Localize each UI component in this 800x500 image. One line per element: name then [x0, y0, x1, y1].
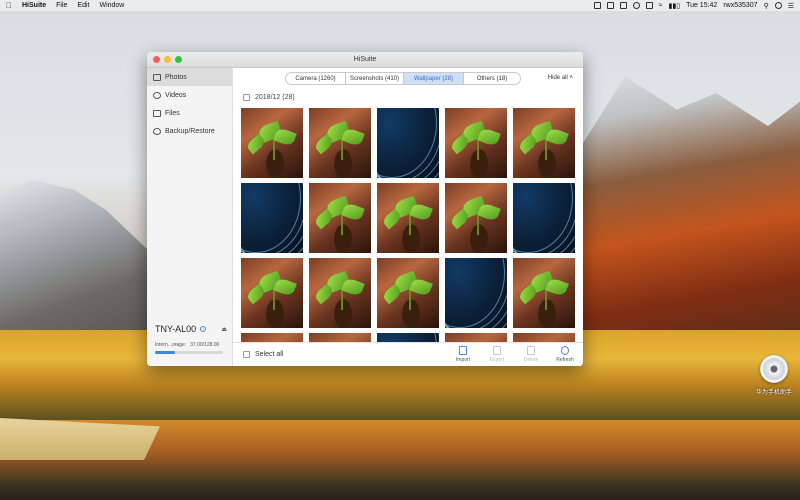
title-bar[interactable]: HiSuite: [147, 52, 583, 68]
group-select-checkbox[interactable]: [243, 93, 250, 101]
photo-thumbnail[interactable]: [445, 183, 507, 253]
status-app-icon[interactable]: [645, 2, 653, 9]
photo-thumbnail[interactable]: [309, 183, 371, 253]
photo-thumbnail[interactable]: [445, 258, 507, 328]
import-button[interactable]: Import: [453, 346, 473, 363]
sidebar: Photos Videos Files Backup/Restore TNY-A…: [147, 68, 233, 366]
info-icon[interactable]: i: [200, 326, 207, 332]
disc-icon: [760, 355, 788, 383]
sidebar-item-files[interactable]: Files: [147, 104, 232, 122]
date-group-header: 2018/12 (28): [233, 90, 583, 104]
select-all-checkbox[interactable]: [243, 351, 250, 358]
photo-thumbnail[interactable]: [445, 333, 507, 342]
photo-thumbnail[interactable]: [377, 258, 439, 328]
import-icon: [459, 346, 467, 355]
status-area: ≈ ▮▮▯ Tue 15:42 rwx535307 ⚲ ☰: [593, 2, 794, 10]
category-tabs: Camera (1260) Screenshots (410) Wallpape…: [285, 72, 521, 85]
refresh-button[interactable]: Refresh: [555, 346, 575, 363]
photo-thumbnail[interactable]: [309, 258, 371, 328]
hide-all-button[interactable]: Hide all ˄: [548, 75, 573, 81]
window-title: HiSuite: [353, 56, 377, 63]
photo-grid: [241, 108, 581, 342]
status-app-icon[interactable]: [632, 2, 640, 9]
status-app-icon[interactable]: [593, 2, 601, 9]
eject-icon[interactable]: ⏏: [221, 326, 227, 333]
photo-thumbnail[interactable]: [309, 108, 371, 178]
export-button[interactable]: Export: [487, 346, 507, 363]
status-app-icon[interactable]: [606, 2, 614, 9]
menu-bar:  HiSuite File Edit Window ≈ ▮▮▯ Tue 15:…: [0, 0, 800, 11]
user-name[interactable]: rwx535307: [723, 2, 757, 9]
sidebar-item-videos[interactable]: Videos: [147, 86, 232, 104]
trash-icon: [527, 346, 535, 355]
device-panel: TNY-AL00 i ⏏ Intern...orage: 37.00/128.0…: [155, 324, 227, 354]
status-app-icon[interactable]: [619, 2, 627, 9]
storage-progress-bar: [155, 351, 223, 354]
photo-thumbnail[interactable]: [513, 333, 575, 342]
export-icon: [493, 346, 501, 355]
sidebar-item-label: Backup/Restore: [165, 127, 215, 135]
backup-icon: [153, 127, 161, 135]
storage-progress-fill: [155, 351, 175, 354]
battery-icon[interactable]: ▮▮▯: [669, 2, 681, 10]
date-group-label: 2018/12 (28): [255, 93, 295, 101]
tab-screenshots[interactable]: Screenshots (410): [346, 73, 404, 84]
photo-thumbnail[interactable]: [241, 333, 303, 342]
refresh-label: Refresh: [556, 357, 574, 363]
select-all-label[interactable]: Select all: [255, 351, 283, 358]
clock[interactable]: Tue 15:42: [686, 2, 717, 9]
photo-thumbnail[interactable]: [377, 108, 439, 178]
window-menu[interactable]: Window: [99, 2, 124, 9]
photo-thumbnail[interactable]: [241, 183, 303, 253]
footer-bar: Select all Import Export Delete Refresh: [233, 342, 583, 366]
hide-all-label: Hide all: [547, 75, 568, 81]
storage-value: 37.00/128.00: [190, 342, 220, 348]
import-label: Import: [455, 357, 471, 363]
tab-camera[interactable]: Camera (1260): [286, 73, 346, 84]
folder-icon: [153, 109, 161, 117]
spotlight-icon[interactable]: ⚲: [764, 2, 769, 10]
photo-thumbnail[interactable]: [377, 183, 439, 253]
sidebar-item-label: Files: [165, 109, 180, 117]
apple-icon[interactable]: : [6, 1, 12, 10]
sidebar-item-photos[interactable]: Photos: [147, 68, 232, 86]
sidebar-item-label: Photos: [165, 73, 187, 81]
siri-icon[interactable]: [774, 2, 782, 9]
chevron-up-icon: ˄: [569, 75, 573, 81]
file-menu[interactable]: File: [56, 2, 67, 9]
photo-thumbnail[interactable]: [241, 108, 303, 178]
photo-thumbnail[interactable]: [309, 333, 371, 342]
desktop-icon-label: 华为手机助手: [755, 390, 792, 396]
photo-thumbnail[interactable]: [241, 258, 303, 328]
edit-menu[interactable]: Edit: [77, 2, 89, 9]
notification-center-icon[interactable]: ☰: [788, 2, 794, 10]
desktop-icon-hisuite[interactable]: 华为手机助手: [754, 355, 794, 396]
export-label: Export: [489, 357, 505, 363]
photo-thumbnail[interactable]: [513, 108, 575, 178]
hisuite-window: HiSuite Photos Videos Files Backup/Resto…: [147, 52, 583, 366]
video-icon: [153, 91, 161, 99]
device-name: TNY-AL00: [155, 324, 197, 334]
app-menu[interactable]: HiSuite: [22, 2, 46, 9]
photo-thumbnail[interactable]: [445, 108, 507, 178]
wifi-icon[interactable]: ≈: [659, 2, 663, 9]
delete-label: Delete: [523, 357, 539, 363]
sidebar-item-label: Videos: [165, 91, 187, 99]
main-content: Camera (1260) Screenshots (410) Wallpape…: [233, 68, 583, 366]
photo-thumbnail[interactable]: [513, 183, 575, 253]
photo-icon: [153, 73, 161, 81]
sidebar-item-backup-restore[interactable]: Backup/Restore: [147, 122, 232, 140]
tab-wallpaper[interactable]: Wallpaper (28): [404, 73, 464, 84]
storage-label: Intern...orage:: [155, 342, 187, 348]
photo-thumbnail[interactable]: [513, 258, 575, 328]
photo-thumbnail[interactable]: [377, 333, 439, 342]
tab-others[interactable]: Others (18): [464, 73, 520, 84]
refresh-icon: [561, 346, 569, 355]
delete-button[interactable]: Delete: [521, 346, 541, 363]
